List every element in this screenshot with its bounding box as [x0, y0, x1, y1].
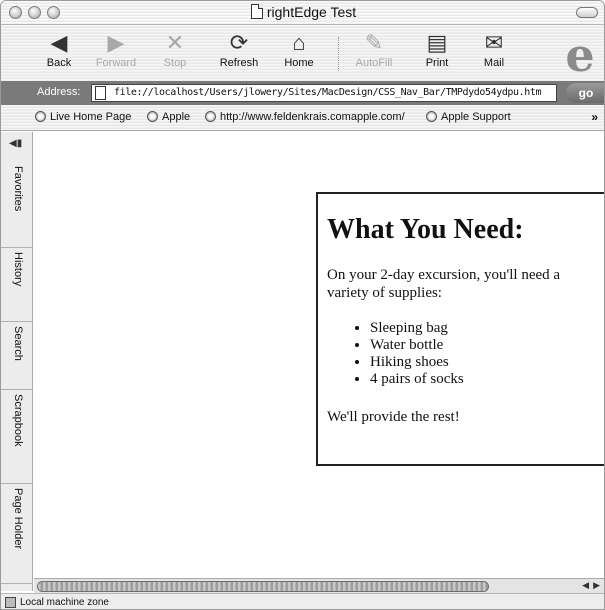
tab-search[interactable]: Search [1, 322, 33, 390]
mail-button[interactable]: ✉ Mail [464, 29, 524, 77]
favorite-apple[interactable]: Apple [147, 111, 190, 123]
scrollbar-thumb[interactable] [37, 581, 489, 592]
window-title-area: rightEdge Test [1, 4, 604, 20]
stop-button[interactable]: ✕ Stop [145, 29, 205, 77]
favorite-live-home-page[interactable]: Live Home Page [35, 111, 131, 123]
stop-button-label: Stop [163, 57, 187, 69]
back-button-label: Back [46, 57, 72, 69]
list-item: 4 pairs of socks [370, 371, 604, 388]
tab-page-holder[interactable]: Page Holder [1, 484, 33, 584]
favorite-label: http://www.feldenkrais.comapple.com/ [220, 111, 405, 123]
tab-label: Scrapbook [12, 394, 24, 447]
favorite-label: Live Home Page [50, 111, 132, 123]
tab-favorites[interactable]: Favorites [1, 162, 33, 248]
toolbar-toggle-button[interactable] [576, 7, 598, 18]
explorer-bar: ◀▮ Favorites History Search Scrapbook Pa… [1, 132, 33, 591]
status-bar: Local machine zone [1, 593, 604, 609]
page-heading: What You Need: [327, 214, 524, 245]
tab-label: Page Holder [12, 488, 24, 550]
favorites-bar: Live Home Page Apple http://www.feldenkr… [1, 105, 604, 131]
document-icon [250, 4, 263, 19]
favorite-link-icon [205, 111, 216, 122]
refresh-button[interactable]: ⟳ Refresh [209, 29, 269, 77]
ie-logo-icon: e [565, 28, 595, 82]
status-text: Local machine zone [20, 597, 109, 608]
favorite-link-icon [35, 111, 46, 122]
refresh-button-label: Refresh [219, 57, 259, 69]
go-button-label: go [578, 86, 594, 100]
toolbar-separator [338, 37, 340, 71]
print-button[interactable]: ▤ Print [407, 29, 467, 77]
page-content: What You Need: On your 2-day excursion, … [34, 132, 604, 578]
favorite-apple-support[interactable]: Apple Support [426, 111, 511, 123]
stop-x-icon: ✕ [165, 30, 185, 55]
favorite-label: Apple Support [441, 111, 511, 123]
back-arrow-icon: ◀ [50, 30, 68, 55]
address-url[interactable]: file://localhost/Users/jlowery/Sites/Mac… [114, 87, 542, 98]
list-item: Hiking shoes [370, 354, 604, 371]
zone-icon [5, 597, 16, 608]
autofill-button-label: AutoFill [355, 57, 393, 69]
collapse-sidebar-icon[interactable]: ◀▮ [9, 138, 22, 149]
toolbar: ◀ Back ▶ Forward ✕ Stop ⟳ Refresh ⌂ Home… [1, 25, 604, 82]
forward-button[interactable]: ▶ Forward [86, 29, 146, 77]
intro-paragraph: On your 2-day excursion, you'll need a v… [327, 267, 561, 301]
autofill-icon: ✎ [364, 30, 384, 55]
favorite-link-icon [147, 111, 158, 122]
mail-icon: ✉ [484, 30, 504, 55]
title-bar: rightEdge Test [1, 1, 604, 25]
tab-label: Search [12, 326, 24, 361]
window-title: rightEdge Test [266, 4, 357, 20]
right-edge-box: What You Need: On your 2-day excursion, … [316, 192, 604, 466]
home-button-label: Home [284, 57, 314, 69]
list-item: Water bottle [370, 337, 604, 354]
mail-button-label: Mail [483, 57, 505, 69]
closing-paragraph: We'll provide the rest! [327, 409, 460, 425]
favorite-label: Apple [162, 111, 191, 123]
autofill-button[interactable]: ✎ AutoFill [344, 29, 404, 77]
address-field[interactable]: file://localhost/Users/jlowery/Sites/Mac… [91, 84, 557, 102]
tab-label: History [12, 252, 24, 287]
favorites-more-icon[interactable]: » [591, 110, 598, 124]
back-button[interactable]: ◀ Back [29, 29, 89, 77]
forward-arrow-icon: ▶ [107, 30, 125, 55]
tab-label: Favorites [12, 166, 24, 212]
printer-icon: ▤ [426, 30, 448, 55]
horizontal-scrollbar[interactable]: ◀▶ [34, 578, 604, 593]
browser-window: rightEdge Test ◀ Back ▶ Forward ✕ Stop ⟳… [0, 0, 605, 610]
tab-history[interactable]: History [1, 248, 33, 322]
refresh-icon: ⟳ [229, 30, 249, 55]
print-button-label: Print [425, 57, 449, 69]
tab-scrapbook[interactable]: Scrapbook [1, 390, 33, 484]
home-icon: ⌂ [292, 30, 306, 55]
forward-button-label: Forward [95, 57, 137, 69]
supply-list: Sleeping bag Water bottle Hiking shoes 4… [370, 320, 604, 388]
go-button[interactable]: go [566, 83, 604, 103]
list-item: Sleeping bag [370, 320, 604, 337]
favorite-link-icon [426, 111, 437, 122]
address-bar: Address: file://localhost/Users/jlowery/… [1, 81, 604, 105]
home-button[interactable]: ⌂ Home [269, 29, 329, 77]
address-label: Address: [37, 86, 81, 98]
page-icon[interactable] [95, 86, 106, 100]
scroll-arrows-icon[interactable]: ◀▶ [582, 580, 604, 591]
favorite-feldenkrais[interactable]: http://www.feldenkrais.comapple.com/ [205, 111, 405, 123]
